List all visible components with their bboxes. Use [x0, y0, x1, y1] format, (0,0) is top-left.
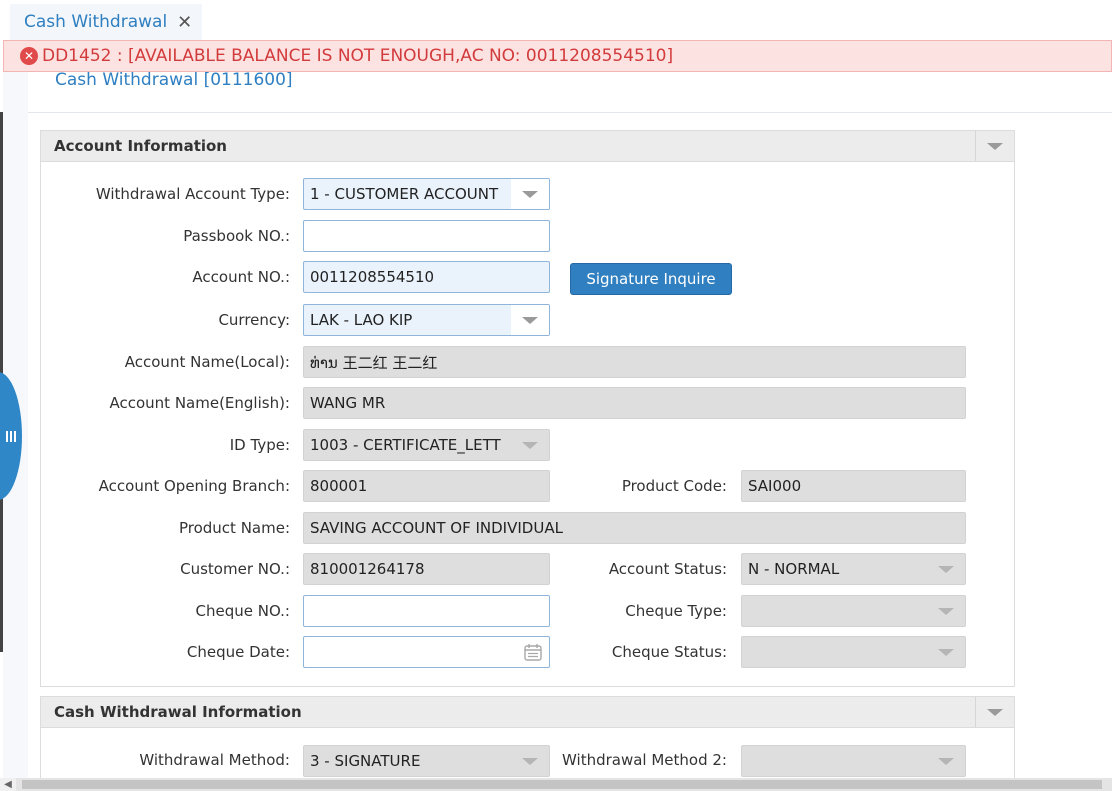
error-message: DD1452 : [AVAILABLE BALANCE IS NOT ENOUG…: [42, 46, 674, 66]
label-currency: Currency:: [218, 311, 290, 329]
panel-header: Account Information: [41, 131, 1014, 162]
chevron-down-icon: [511, 430, 549, 460]
withdrawal-account-type-select[interactable]: 1 - CUSTOMER ACCOUNT: [303, 178, 550, 210]
collapse-toggle-icon[interactable]: [975, 697, 1014, 727]
label-withdrawal-method: Withdrawal Method:: [139, 751, 290, 769]
error-banner: ✕ DD1452 : [AVAILABLE BALANCE IS NOT ENO…: [3, 40, 1112, 72]
account-name-english-field: WANG MR: [303, 387, 966, 419]
chevron-down-icon: [927, 554, 965, 584]
label-cheque-date: Cheque Date:: [186, 643, 290, 661]
tab-bar: Cash Withdrawal ✕: [0, 0, 1112, 40]
account-status-select: N - NORMAL: [741, 553, 966, 585]
opening-branch-field: 800001: [303, 470, 550, 502]
select-value: 1 - CUSTOMER ACCOUNT: [310, 185, 499, 203]
page-title: Cash Withdrawal [0111600]: [55, 70, 293, 90]
label-account-name-english: Account Name(English):: [109, 394, 290, 412]
product-name-field: SAVING ACCOUNT OF INDIVIDUAL: [303, 512, 966, 544]
label-customer-no: Customer NO.:: [180, 560, 290, 578]
select-value: N - NORMAL: [748, 560, 840, 578]
chevron-down-icon: [511, 746, 549, 776]
label-product-name: Product Name:: [178, 519, 290, 537]
product-code-field: SAI000: [741, 470, 966, 502]
chevron-down-icon: [927, 746, 965, 776]
scroll-left-icon[interactable]: ◀: [0, 778, 16, 791]
scrollbar-thumb[interactable]: [22, 780, 1102, 789]
label-withdrawal-method-2: Withdrawal Method 2:: [562, 751, 727, 769]
select-value: LAK - LAO KIP: [310, 311, 413, 329]
label-product-code: Product Code:: [621, 477, 727, 495]
customer-no-field: 810001264178: [303, 553, 550, 585]
panel-header: Cash Withdrawal Information: [41, 697, 1014, 728]
label-id-type: ID Type:: [229, 436, 290, 454]
label-account-name-local: Account Name(Local):: [124, 353, 290, 371]
select-value: 3 - SIGNATURE: [310, 752, 421, 770]
select-value: 1003 - CERTIFICATE_LETT: [310, 436, 501, 454]
label-passbook-no: Passbook NO.:: [183, 227, 290, 245]
collapse-toggle-icon[interactable]: [975, 131, 1014, 161]
cheque-status-select: [741, 636, 966, 668]
tab-cash-withdrawal[interactable]: Cash Withdrawal ✕: [10, 4, 202, 40]
passbook-no-input[interactable]: [303, 220, 550, 252]
account-name-local-field: ທ່ານ 王二红 王二红: [303, 346, 966, 378]
cheque-no-input[interactable]: [303, 595, 550, 627]
error-circle-icon[interactable]: ✕: [20, 47, 38, 65]
horizontal-scrollbar[interactable]: ◀: [0, 778, 1112, 791]
label-cheque-no: Cheque NO.:: [195, 602, 290, 620]
withdrawal-method-select: 3 - SIGNATURE: [303, 745, 550, 777]
calendar-icon[interactable]: [523, 642, 543, 662]
cheque-type-select: [741, 595, 966, 627]
signature-inquire-button[interactable]: Signature Inquire: [570, 263, 732, 295]
label-account-no: Account NO.:: [192, 268, 290, 286]
cheque-date-input[interactable]: [303, 636, 550, 668]
tab-label: Cash Withdrawal: [24, 12, 168, 32]
panel-title: Cash Withdrawal Information: [54, 703, 302, 721]
menu-bars-icon: [6, 430, 16, 442]
account-no-input[interactable]: 0011208554510: [303, 261, 550, 293]
close-icon[interactable]: ✕: [177, 12, 192, 33]
label-cheque-type: Cheque Type:: [625, 602, 727, 620]
label-withdrawal-account-type: Withdrawal Account Type:: [95, 185, 290, 203]
divider: [28, 112, 1112, 113]
label-opening-branch: Account Opening Branch:: [98, 477, 290, 495]
currency-select[interactable]: LAK - LAO KIP: [303, 304, 550, 336]
label-cheque-status: Cheque Status:: [611, 643, 727, 661]
label-account-status: Account Status:: [608, 560, 727, 578]
withdrawal-method-2-select: [741, 745, 966, 777]
chevron-down-icon: [927, 637, 965, 667]
chevron-down-icon: [927, 596, 965, 626]
id-type-select: 1003 - CERTIFICATE_LETT: [303, 429, 550, 461]
chevron-down-icon[interactable]: [511, 179, 549, 209]
chevron-down-icon[interactable]: [511, 305, 549, 335]
panel-title: Account Information: [54, 137, 227, 155]
